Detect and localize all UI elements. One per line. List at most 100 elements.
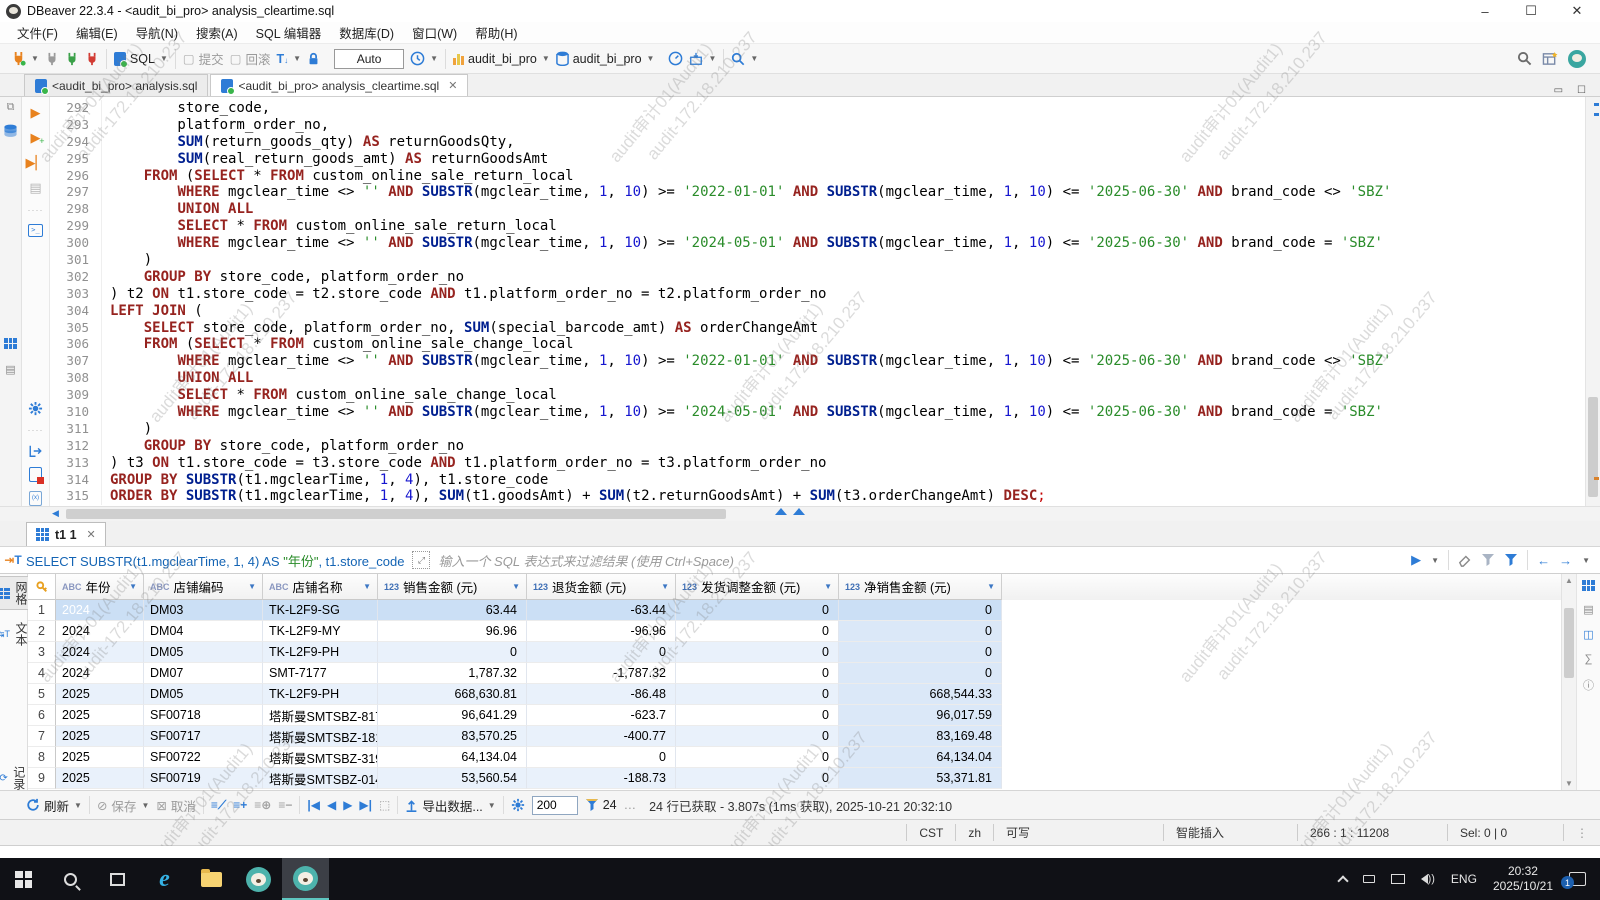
grid-cell[interactable]: 0: [676, 600, 839, 621]
grid-cell[interactable]: 2024: [56, 621, 144, 642]
filter-expression[interactable]: SELECT SUBSTR(t1.mgclearTime, 1, 4) AS "…: [26, 551, 412, 570]
refresh-button[interactable]: 刷新 ▼: [26, 796, 82, 815]
scrollbar-thumb[interactable]: [1564, 608, 1574, 678]
user-avatar[interactable]: [1568, 50, 1586, 68]
file-explorer-button[interactable]: [188, 858, 235, 900]
explain-plan-icon[interactable]: ▤: [29, 180, 41, 196]
row-number[interactable]: 3: [28, 642, 56, 663]
grid-cell[interactable]: 0: [527, 642, 676, 663]
code-line[interactable]: 293 platform_order_no,: [50, 117, 1585, 134]
data-transfer-button[interactable]: ▼: [689, 52, 716, 66]
scroll-up-arrow[interactable]: ▲: [1562, 576, 1576, 585]
execute-script-icon[interactable]: ▶▏: [26, 155, 46, 171]
code-line[interactable]: 294 SUM(return_goods_qty) AS returnGoods…: [50, 134, 1585, 151]
clear-filter-icon[interactable]: [1458, 553, 1472, 567]
dbeaver-taskbar-button[interactable]: [235, 858, 282, 900]
focus-cell-icon[interactable]: ⬚: [379, 798, 390, 812]
code-line[interactable]: 311 ): [50, 421, 1585, 438]
taskbar-search-button[interactable]: [47, 858, 94, 900]
add-row-icon[interactable]: ≡+: [233, 798, 247, 812]
grid-cell[interactable]: 96.96: [378, 621, 527, 642]
history-back-icon[interactable]: ←: [1537, 553, 1550, 568]
statusbar-segment-4[interactable]: 266 : 1 : 11208: [1297, 824, 1447, 841]
expand-filter-icon[interactable]: ⤢: [412, 551, 430, 569]
grid-cell[interactable]: 2024: [56, 663, 144, 684]
grid-cell[interactable]: TK-L2F9-MY: [263, 621, 378, 642]
column-header-5[interactable]: 123发货调整金额 (元)▼: [676, 574, 839, 600]
menu-item-4[interactable]: SQL 编辑器: [247, 21, 331, 44]
history-forward-icon[interactable]: →: [1559, 553, 1572, 568]
panel-grid-icon[interactable]: [1582, 580, 1595, 591]
grid-cell[interactable]: 64,134.04: [378, 747, 527, 768]
terminal-icon[interactable]: >_: [28, 224, 43, 237]
menu-item-2[interactable]: 导航(N): [127, 21, 187, 44]
table-row[interactable]: 62025SF00718塔斯曼SMTSBZ-817496,641.29-623.…: [28, 705, 1561, 726]
code-line[interactable]: 305 SELECT store_code, platform_order_no…: [50, 320, 1585, 337]
network-icon[interactable]: [1391, 874, 1405, 884]
grid-cell[interactable]: DM03: [144, 600, 263, 621]
rollback-button[interactable]: ▢回滚: [230, 49, 271, 68]
export-data-button[interactable]: 导出数据... ▼: [405, 796, 495, 815]
table-row[interactable]: 92025SF00719塔斯曼SMTSBZ-014853,560.54-188.…: [28, 768, 1561, 789]
code-line[interactable]: 303) t2 ON t1.store_code = t2.store_code…: [50, 286, 1585, 303]
column-header-1[interactable]: ABC店铺编码▼: [144, 574, 263, 600]
statusbar-segment-5[interactable]: Sel: 0 | 0: [1447, 824, 1563, 841]
code-line[interactable]: 297 WHERE mgclear_time <> '' AND SUBSTR(…: [50, 184, 1585, 201]
statusbar-segment-2[interactable]: 可写: [993, 824, 1163, 841]
cancel-button[interactable]: ⊠取消: [156, 796, 196, 815]
grid-cell[interactable]: -400.77: [527, 726, 676, 747]
sort-dropdown-icon[interactable]: ▼: [824, 582, 832, 591]
chevron-down-icon[interactable]: ▼: [1582, 556, 1590, 565]
dashboard-button[interactable]: [668, 51, 683, 66]
code-line[interactable]: 304LEFT JOIN (: [50, 303, 1585, 320]
code-line[interactable]: 296 FROM (SELECT * FROM custom_online_sa…: [50, 168, 1585, 185]
grid-cell[interactable]: SMT-7177: [263, 663, 378, 684]
grid-cell[interactable]: 0: [676, 621, 839, 642]
minimized-grid-icon[interactable]: [4, 338, 17, 349]
sql-code-editor[interactable]: 292 store_code,293 platform_order_no,294…: [50, 97, 1585, 506]
grid-cell[interactable]: 0: [839, 621, 1002, 642]
minimize-button[interactable]: –: [1462, 0, 1508, 22]
scroll-down-arrow[interactable]: ▼: [1562, 779, 1576, 788]
sort-dropdown-icon[interactable]: ▼: [363, 582, 371, 591]
last-row-icon[interactable]: ▶|: [359, 798, 372, 812]
code-line[interactable]: 309 SELECT * FROM custom_online_sale_cha…: [50, 387, 1585, 404]
language-indicator[interactable]: ENG: [1451, 872, 1477, 886]
column-header-3[interactable]: 123销售金额 (元)▼: [378, 574, 527, 600]
delete-row-icon[interactable]: ≡−: [278, 798, 292, 812]
apply-filter-icon[interactable]: ▶: [1411, 552, 1421, 568]
grid-settings-gear-icon[interactable]: [511, 798, 525, 812]
row-number[interactable]: 8: [28, 747, 56, 768]
grid-cell[interactable]: 0: [676, 726, 839, 747]
grid-cell[interactable]: SF00719: [144, 768, 263, 789]
scrollbar-thumb[interactable]: [1588, 397, 1598, 497]
grid-cell[interactable]: TK-L2F9-PH: [263, 684, 378, 705]
sort-dropdown-icon[interactable]: ▼: [987, 582, 995, 591]
table-row[interactable]: 72025SF00717塔斯曼SMTSBZ-181583,570.25-400.…: [28, 726, 1561, 747]
menu-item-0[interactable]: 文件(F): [8, 21, 67, 44]
row-number[interactable]: 4: [28, 663, 56, 684]
tx-mode-combobox[interactable]: Auto: [334, 49, 404, 69]
row-number[interactable]: 6: [28, 705, 56, 726]
tab-analysis-cleartime-sql[interactable]: <audit_bi_pro> analysis_cleartime.sql ✕: [210, 74, 468, 96]
grid-cell[interactable]: 2025: [56, 726, 144, 747]
row-number[interactable]: 9: [28, 768, 56, 789]
settings-gear-icon[interactable]: [28, 401, 43, 416]
grid-cell[interactable]: 1,787.32: [378, 663, 527, 684]
save-button[interactable]: ⊘保存▼: [97, 796, 149, 815]
overflow-icon[interactable]: …: [624, 798, 637, 812]
chevron-down-icon[interactable]: ▼: [1431, 556, 1439, 565]
tab-text[interactable]: 文本 ↹T: [0, 618, 31, 650]
code-line[interactable]: 300 WHERE mgclear_time <> '' AND SUBSTR(…: [50, 235, 1585, 252]
grid-cell[interactable]: 63.44: [378, 600, 527, 621]
row-number[interactable]: 7: [28, 726, 56, 747]
statusbar-segment-1[interactable]: zh: [955, 824, 993, 841]
lock-button[interactable]: [307, 52, 320, 66]
menu-item-5[interactable]: 数据库(D): [330, 21, 403, 44]
sort-dropdown-icon[interactable]: ▼: [661, 582, 669, 591]
execute-statement-icon[interactable]: ▶: [31, 105, 41, 121]
start-button[interactable]: [0, 858, 47, 900]
menu-item-1[interactable]: 编辑(E): [67, 21, 127, 44]
volume-icon[interactable]: )): [1421, 873, 1435, 885]
statusbar-segment-0[interactable]: CST: [906, 824, 955, 841]
